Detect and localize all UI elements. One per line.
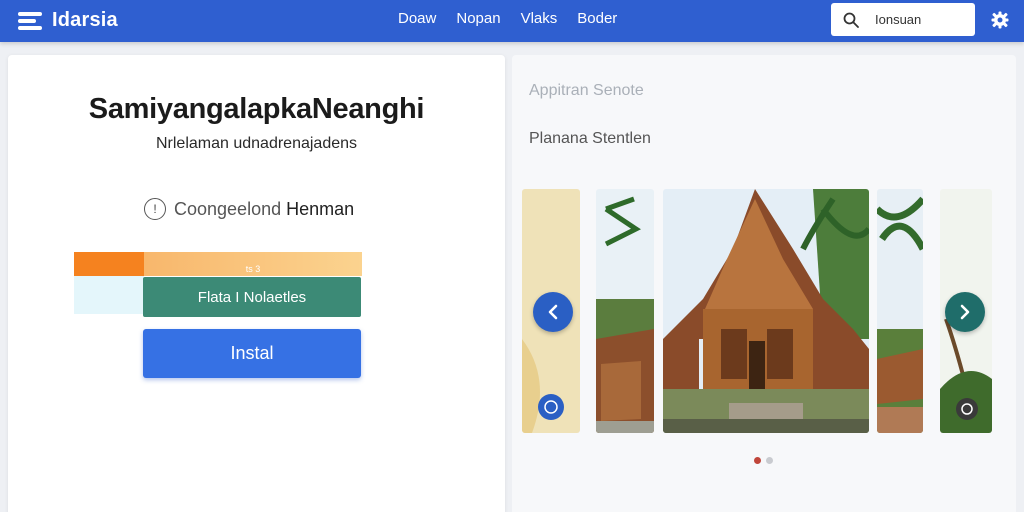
menu-lines-icon (18, 10, 44, 32)
install-button[interactable]: Instal (143, 329, 361, 378)
nav-link-3[interactable]: Vlaks (521, 10, 558, 27)
progress-bar-fill (74, 252, 144, 276)
pagination-dot-1[interactable] (754, 457, 761, 464)
app-category[interactable]: ! Coongeelond Henman (144, 198, 354, 220)
category-text: Coongeelond Henman (174, 199, 354, 220)
main-nav: Doaw Nopan Vlaks Boder (398, 10, 617, 27)
logo[interactable]: Idarsia (18, 9, 118, 32)
category-name: Henman (286, 198, 355, 219)
chevron-left-icon (548, 304, 558, 320)
search-icon (843, 12, 859, 28)
nav-link-4[interactable]: Boder (577, 10, 617, 27)
app-info-card: SamiyangalapkaNeanghi Nrlelaman udnadren… (8, 55, 505, 512)
secondary-action-button[interactable]: Flata I Nolaetles (143, 277, 361, 317)
app-title: SamiyangalapkaNeanghi (88, 93, 425, 125)
screenshot-gallery: Appitran Senote Planana Stentlen (512, 55, 1016, 512)
pagination-dot-2[interactable] (766, 457, 773, 464)
gallery-thumbnail-3[interactable] (877, 189, 923, 433)
nav-link-2[interactable]: Nopan (456, 10, 500, 27)
gallery-thumbnail-2[interactable] (596, 189, 654, 433)
gallery-next-button[interactable] (945, 292, 985, 332)
gallery-main-image[interactable] (663, 189, 869, 433)
search-input[interactable] (875, 12, 965, 27)
gallery-label-primary: Appitran Senote (529, 82, 644, 99)
gallery-label-secondary: Planana Stentlen (529, 130, 651, 147)
logo-text: Idarsia (52, 9, 118, 31)
gallery-pagination (754, 457, 773, 464)
gallery-prev-button[interactable] (533, 292, 573, 332)
chevron-right-icon (960, 304, 970, 320)
gear-icon[interactable] (990, 10, 1010, 30)
app-subtitle: Nrlelaman udnadrenajadens (155, 135, 358, 152)
category-prefix: Coongeelond (174, 198, 282, 219)
search-box[interactable] (831, 3, 975, 36)
top-navigation-bar: Idarsia Doaw Nopan Vlaks Boder (0, 0, 1024, 42)
progress-bar-shadow (74, 276, 144, 314)
progress-label: ts 3 (245, 264, 261, 274)
info-circle-icon: ! (144, 198, 166, 220)
progress-bar-track: ts 3 (144, 252, 362, 276)
nav-link-1[interactable]: Doaw (398, 10, 436, 27)
